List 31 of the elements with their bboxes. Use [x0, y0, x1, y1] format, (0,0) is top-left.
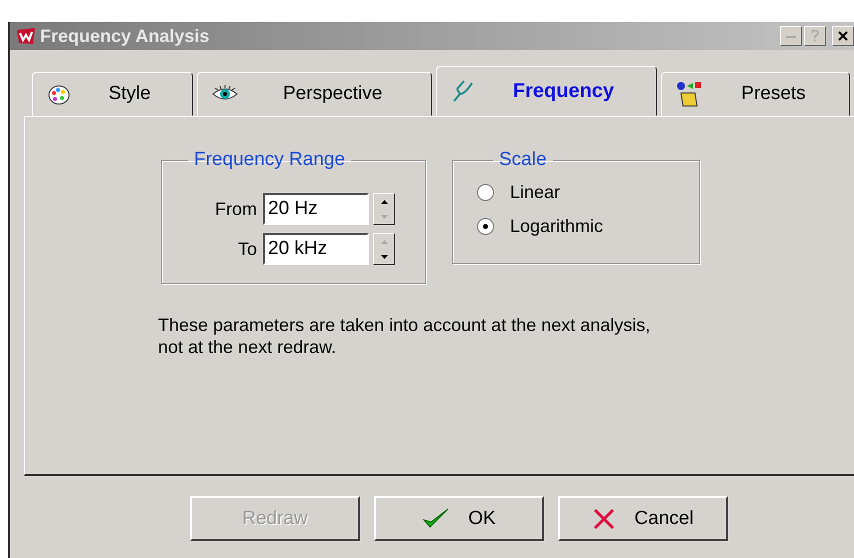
close-icon: [838, 31, 848, 41]
help-button[interactable]: [804, 26, 826, 46]
group-title: Frequency Range: [193, 149, 346, 171]
spinner[interactable]: [373, 233, 395, 265]
radio-button[interactable]: [477, 218, 494, 234]
input-field[interactable]: 20 Hz: [263, 193, 369, 225]
dialog-button[interactable]: Cancel: [558, 496, 728, 541]
window-title: Frequency Analysis: [40, 26, 210, 46]
minimize-button[interactable]: [780, 26, 802, 46]
radio-label: Logarithmic: [510, 216, 604, 236]
tab[interactable]: Frequency: [436, 66, 657, 116]
spinner[interactable]: [373, 193, 395, 225]
w-logo-icon: [16, 26, 36, 46]
input-field[interactable]: 20 kHz: [263, 233, 369, 265]
field-label: From: [215, 198, 257, 220]
cross-icon: [592, 506, 616, 530]
shapes-box-icon: [676, 81, 702, 107]
group-title: Scale: [498, 149, 548, 171]
radio-button[interactable]: [477, 184, 494, 200]
note-text: These parameters are taken into account at the next analysis, not at the next redraw.: [158, 314, 652, 358]
dialog-button[interactable]: OK: [374, 496, 544, 541]
tab[interactable]: Presets: [660, 72, 850, 116]
tab[interactable]: Perspective: [197, 72, 432, 116]
radio-label: Linear: [510, 182, 560, 202]
tab[interactable]: Style: [32, 72, 194, 116]
close-button[interactable]: [832, 26, 854, 46]
help-icon: [811, 30, 819, 42]
tuning-fork-icon: [451, 79, 476, 103]
field-label: To: [238, 238, 257, 260]
minimize-icon: [786, 34, 796, 38]
check-icon: [422, 506, 450, 530]
